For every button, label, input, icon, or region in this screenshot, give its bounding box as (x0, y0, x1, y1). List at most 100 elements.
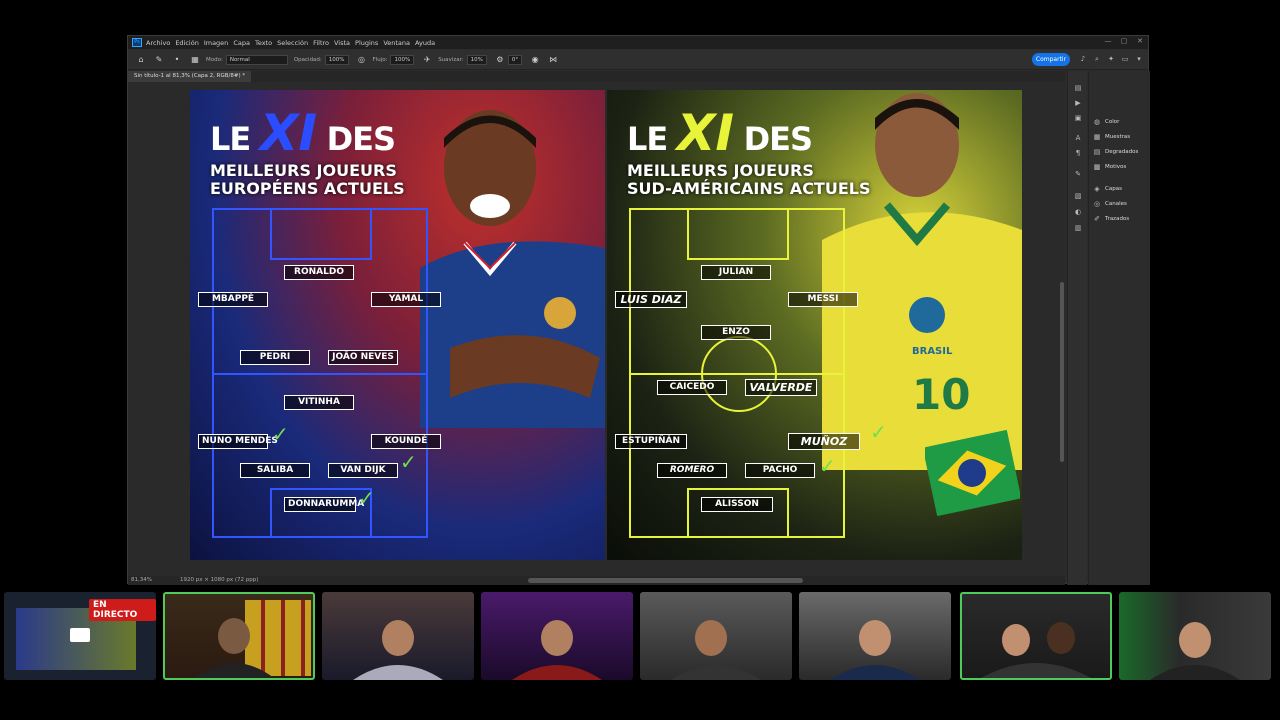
brush-tool-icon[interactable]: ✎ (154, 55, 164, 65)
player-donnarumma: DONNARUMMA (284, 497, 364, 512)
player-romero: ROMERO (657, 463, 727, 478)
player-nuno-mendes: NUNO MENDES (198, 434, 278, 449)
pressure-opacity-icon[interactable]: ◎ (357, 55, 367, 65)
player-kounde: KOUNDÉ (371, 434, 441, 449)
properties-icon[interactable]: ▤ (1073, 83, 1083, 93)
panel-paths[interactable]: ✐ Trazados (1093, 213, 1129, 225)
libraries-icon[interactable]: ▥ (1073, 223, 1083, 233)
photoshop-logo-icon: Ps (132, 38, 142, 47)
brush-size-icon[interactable]: • (172, 55, 182, 65)
menu-edicion[interactable]: Edición (175, 39, 199, 47)
left-pitch-top-box (270, 208, 372, 260)
panel-patterns[interactable]: ▩ Motivos (1093, 161, 1127, 173)
webcam-tile[interactable] (481, 592, 633, 680)
screen-share-preview[interactable]: EN DIRECTO (4, 592, 156, 680)
player-pacho: PACHO (745, 463, 815, 478)
mode-select[interactable]: Normal (225, 54, 288, 65)
check-icon: ✓ (272, 422, 289, 446)
menu-vista[interactable]: Vista (334, 39, 350, 47)
airbrush-icon[interactable]: ✈ (422, 55, 432, 65)
live-badge: EN DIRECTO (89, 599, 156, 621)
image-icon[interactable]: ▧ (1073, 191, 1083, 201)
check-icon: ✓ (870, 420, 887, 444)
brazil-flag-icon (925, 430, 1020, 517)
player-pedri: PEDRI (240, 350, 310, 365)
menu-ventana[interactable]: Ventana (383, 39, 410, 47)
brush-settings-icon[interactable]: ✎ (1073, 169, 1083, 179)
status-bar: 81,34% 1920 px × 1080 px (72 ppp) (128, 576, 1065, 585)
discover-icon[interactable]: ✦ (1106, 54, 1116, 64)
search-icon[interactable]: ⌕ (1092, 54, 1102, 64)
character-icon[interactable]: A (1073, 133, 1083, 143)
document-tab[interactable]: Sin título-1 al 81,3% (Capa 2, RGB/8#) * (128, 71, 252, 82)
right-pitch-bottom-box (687, 488, 789, 538)
panel-swatches[interactable]: ▦ Muestras (1093, 131, 1130, 143)
webcam-tile[interactable] (799, 592, 951, 680)
webcam-tile[interactable] (163, 592, 315, 680)
player-alisson: ALISSON (701, 497, 773, 512)
vertical-scrollbar[interactable] (1060, 282, 1064, 462)
flow-label: Flujo: (372, 56, 388, 63)
brush-panel-icon[interactable]: ▦ (190, 55, 200, 65)
right-title-xi: XI (676, 104, 734, 162)
webcam-tile[interactable] (640, 592, 792, 680)
webcam-tile[interactable] (322, 592, 474, 680)
paragraph-icon[interactable]: ¶ (1073, 148, 1083, 158)
arrange-icon[interactable]: ▾ (1134, 54, 1144, 64)
minimize-button[interactable]: — (1104, 37, 1112, 45)
adjustments-icon[interactable]: ◐ (1073, 207, 1083, 217)
document-info[interactable]: 1920 px × 1080 px (72 ppp) (180, 576, 258, 585)
close-button[interactable]: ✕ (1136, 37, 1144, 45)
webcam-tile[interactable] (960, 592, 1112, 680)
panel-channels[interactable]: ◎ Canales (1093, 198, 1127, 210)
left-title-des: DES (326, 120, 396, 158)
layers-icon: ◈ (1094, 185, 1100, 193)
menu-plugins[interactable]: Plugins (355, 39, 378, 47)
symmetry-icon[interactable]: ⋈ (548, 55, 558, 65)
artboard[interactable]: LE XI DES MEILLEURS JOUEURS EUROPÉENS AC… (190, 90, 1022, 560)
menu-archivo[interactable]: Archivo (146, 39, 170, 47)
left-pitch-bottom-box (270, 488, 372, 538)
left-title-le: LE (210, 120, 251, 158)
tool-strip: ▤ ▶ ▣ A ¶ ✎ ▧ ◐ ▥ (1067, 71, 1087, 585)
panel-gradients[interactable]: ▤ Degradados (1093, 146, 1139, 158)
player-yamal: YAMAL (371, 292, 441, 307)
workspace-icon[interactable]: ▭ (1120, 54, 1130, 64)
menu-texto[interactable]: Texto (255, 39, 272, 47)
mode-label: Modo: (206, 56, 223, 63)
menu-seleccion[interactable]: Selección (277, 39, 308, 47)
player-joao-neves: JOÃO NEVES (328, 350, 398, 365)
menu-ayuda[interactable]: Ayuda (415, 39, 435, 47)
shirt-number: 10 (912, 370, 971, 419)
opacity-field[interactable]: 100% (324, 54, 349, 65)
play-icon[interactable]: ▶ (1073, 98, 1083, 108)
share-button[interactable]: Compartir (1032, 53, 1070, 66)
canvas-area[interactable]: LE XI DES MEILLEURS JOUEURS EUROPÉENS AC… (128, 82, 1065, 576)
player-vitinha: VITINHA (284, 395, 354, 410)
player-mbappe: MBAPPÉ (198, 292, 268, 307)
pressure-size-icon[interactable]: ◉ (530, 55, 540, 65)
right-title-le: LE (627, 120, 668, 158)
webcam-tile[interactable] (1119, 592, 1271, 680)
angle-field[interactable]: 0° (507, 54, 523, 65)
left-pitch-halfway-line (212, 373, 428, 375)
smoothing-field[interactable]: 10% (466, 54, 487, 65)
webcam-strip: EN DIRECTO (0, 590, 1280, 682)
gear-icon[interactable]: ⚙ (495, 55, 505, 65)
maximize-button[interactable]: ▢ (1120, 37, 1128, 45)
panel-layers[interactable]: ◈ Capas (1093, 183, 1122, 195)
zoom-level[interactable]: 81,34% (131, 576, 152, 585)
horizontal-scrollbar[interactable] (528, 578, 803, 583)
panel-color[interactable]: ◍ Color (1093, 116, 1119, 128)
home-icon[interactable]: ⌂ (136, 55, 146, 65)
player-saliba: SALIBA (240, 463, 310, 478)
check-icon: ✓ (358, 486, 375, 510)
comment-icon[interactable]: ▣ (1073, 113, 1083, 123)
bell-icon[interactable]: ♪ (1078, 54, 1088, 64)
menu-filtro[interactable]: Filtro (313, 39, 329, 47)
menu-imagen[interactable]: Imagen (204, 39, 228, 47)
menu-capa[interactable]: Capa (233, 39, 250, 47)
flow-field[interactable]: 100% (390, 54, 415, 65)
swatches-icon: ▦ (1093, 133, 1101, 141)
player-enzo: ENZO (701, 325, 771, 340)
